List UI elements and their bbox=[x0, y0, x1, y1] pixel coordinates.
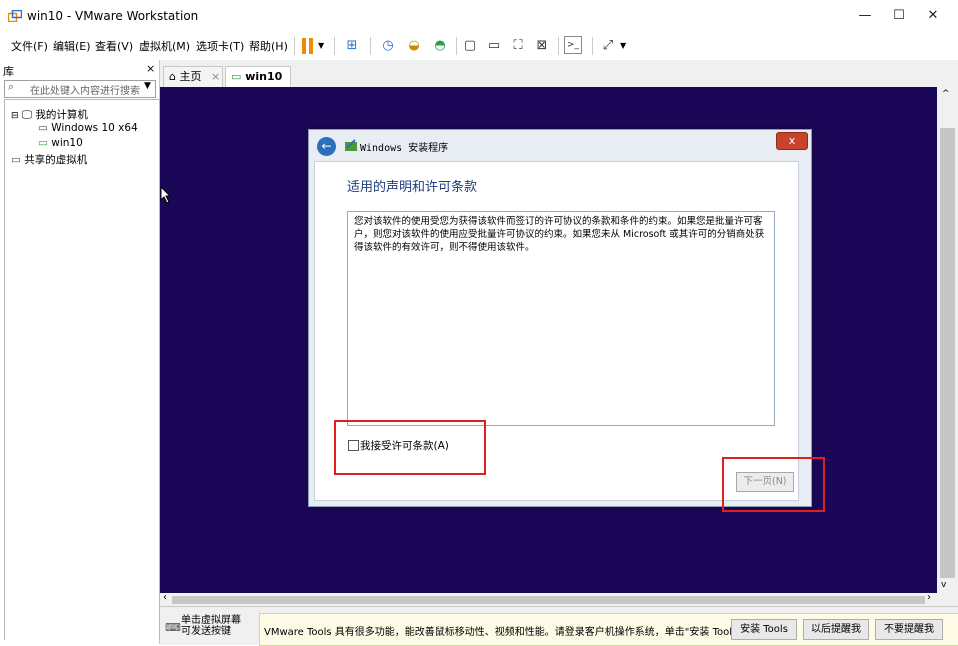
never-remind-button[interactable]: 不要提醒我 bbox=[875, 619, 943, 640]
click-hint-line1: 单击虚拟屏幕 bbox=[181, 615, 241, 626]
accept-license-checkbox[interactable] bbox=[348, 440, 359, 451]
install-tools-button[interactable]: 安装 Tools bbox=[731, 619, 797, 640]
remind-later-button[interactable]: 以后提醒我 bbox=[803, 619, 869, 640]
library-search-placeholder: 在此处键入内容进行搜索 bbox=[30, 86, 140, 97]
home-icon: ⌂ bbox=[169, 70, 176, 83]
thumbnail-view-icon[interactable]: ▭ bbox=[484, 36, 504, 56]
vm-running-icon: ▭ bbox=[38, 137, 48, 149]
menu-file[interactable]: 文件(F) bbox=[11, 38, 48, 54]
toolbar-separator bbox=[456, 37, 457, 55]
search-icon: ⌕ bbox=[8, 80, 15, 93]
dialog-close-button[interactable]: x bbox=[776, 132, 808, 150]
tree-label-shared: 共享的虚拟机 bbox=[24, 154, 88, 166]
tab-label: 主页 bbox=[179, 70, 202, 83]
click-hint-line2: 可发送按键 bbox=[181, 626, 231, 637]
tree-item-shared-vms[interactable]: ▭ 共享的虚拟机 bbox=[11, 152, 87, 167]
menu-tabs[interactable]: 选项卡(T) bbox=[196, 38, 244, 54]
tree-label-my-computer: 我的计算机 bbox=[35, 109, 88, 121]
click-hint: 单击虚拟屏幕 可发送按键 bbox=[181, 615, 241, 637]
dialog-title: Windows 安装程序 bbox=[360, 143, 449, 154]
stretch-icon[interactable]: ⤢ bbox=[598, 36, 618, 56]
menu-edit[interactable]: 编辑(E) bbox=[53, 38, 91, 54]
computer-icon: 🖵 bbox=[21, 109, 33, 121]
shared-vm-icon: ▭ bbox=[11, 154, 21, 166]
tools-message: VMware Tools 具有很多功能，能改善鼠标移动性、视频和性能。请登录客户… bbox=[264, 627, 752, 638]
toolbar-separator bbox=[370, 37, 371, 55]
tree-item-vm[interactable]: ▭ Windows 10 x64 bbox=[38, 122, 138, 134]
tab-close-icon[interactable]: × bbox=[211, 70, 220, 83]
menu-help[interactable]: 帮助(H) bbox=[249, 38, 288, 54]
tree-label-vm: Windows 10 x64 bbox=[51, 122, 138, 134]
scroll-right-icon[interactable]: › bbox=[927, 592, 931, 603]
keyboard-icon: ⌨ bbox=[165, 621, 181, 634]
snapshot-icon[interactable]: ◷ bbox=[378, 36, 398, 56]
tab-win10[interactable]: ▭ win10 × bbox=[225, 66, 291, 103]
vm-running-icon: ▭ bbox=[231, 70, 242, 83]
tree-item-my-computer[interactable]: ⊟ 🖵 我的计算机 bbox=[11, 107, 88, 122]
back-arrow-icon[interactable]: ← bbox=[317, 137, 336, 156]
window-title: win10 - VMware Workstation bbox=[27, 9, 199, 23]
search-dropdown-icon[interactable]: ▼ bbox=[144, 81, 151, 91]
close-window-button[interactable]: ✕ bbox=[910, 0, 956, 32]
toolbar-separator bbox=[294, 37, 295, 55]
tab-home[interactable]: ⌂ 主页 × bbox=[163, 66, 223, 88]
scrollbar-corner bbox=[937, 593, 958, 606]
library-tree bbox=[4, 99, 160, 640]
scroll-up-icon[interactable]: ^ bbox=[942, 89, 950, 99]
revert-snapshot-icon[interactable]: ◒ bbox=[404, 36, 424, 56]
toolbar-separator bbox=[592, 37, 593, 55]
tree-label-vm: win10 bbox=[51, 137, 83, 149]
console-view-icon[interactable]: >_ bbox=[564, 36, 582, 54]
vm-icon: ▭ bbox=[38, 122, 48, 134]
menu-vm[interactable]: 虚拟机(M) bbox=[139, 38, 190, 54]
send-ctrl-alt-del-icon[interactable]: ⊞ bbox=[342, 36, 362, 56]
vmware-app-icon bbox=[8, 10, 22, 22]
library-close-button[interactable]: × bbox=[146, 62, 155, 75]
horizontal-scrollbar-thumb[interactable] bbox=[172, 596, 925, 604]
pause-icon[interactable] bbox=[302, 38, 314, 54]
chevron-down-icon[interactable]: ▼ bbox=[620, 41, 626, 50]
tab-label: win10 bbox=[245, 70, 283, 83]
chevron-down-icon[interactable]: ▼ bbox=[318, 41, 324, 50]
toolbar-separator bbox=[334, 37, 335, 55]
next-button[interactable]: 下一页(N) bbox=[736, 472, 794, 492]
accept-license-label[interactable]: 我接受许可条款(A) bbox=[360, 438, 449, 453]
library-title: 库 bbox=[3, 65, 14, 78]
full-screen-icon[interactable]: ⛶ bbox=[508, 36, 528, 56]
collapse-icon[interactable]: ⊟ bbox=[11, 111, 19, 121]
menu-view[interactable]: 查看(V) bbox=[95, 38, 133, 54]
vertical-scrollbar-thumb[interactable] bbox=[940, 128, 955, 578]
unity-icon[interactable]: ⊠ bbox=[532, 36, 552, 56]
snapshot-manager-icon[interactable]: ◓ bbox=[430, 36, 450, 56]
library-view-icon[interactable]: ▢ bbox=[460, 36, 480, 56]
tree-item-vm[interactable]: ▭ win10 bbox=[38, 137, 83, 149]
scroll-down-icon[interactable]: v bbox=[941, 580, 946, 590]
toolbar-separator bbox=[558, 37, 559, 55]
setup-icon bbox=[345, 139, 357, 151]
scroll-left-icon[interactable]: ‹ bbox=[163, 592, 167, 603]
license-text: 您对该软件的使用受您为获得该软件而签订的许可协议的条款和条件的约束。如果您是批量… bbox=[354, 216, 765, 253]
mouse-cursor-icon bbox=[160, 186, 172, 204]
dialog-heading: 适用的声明和许可条款 bbox=[347, 180, 478, 195]
